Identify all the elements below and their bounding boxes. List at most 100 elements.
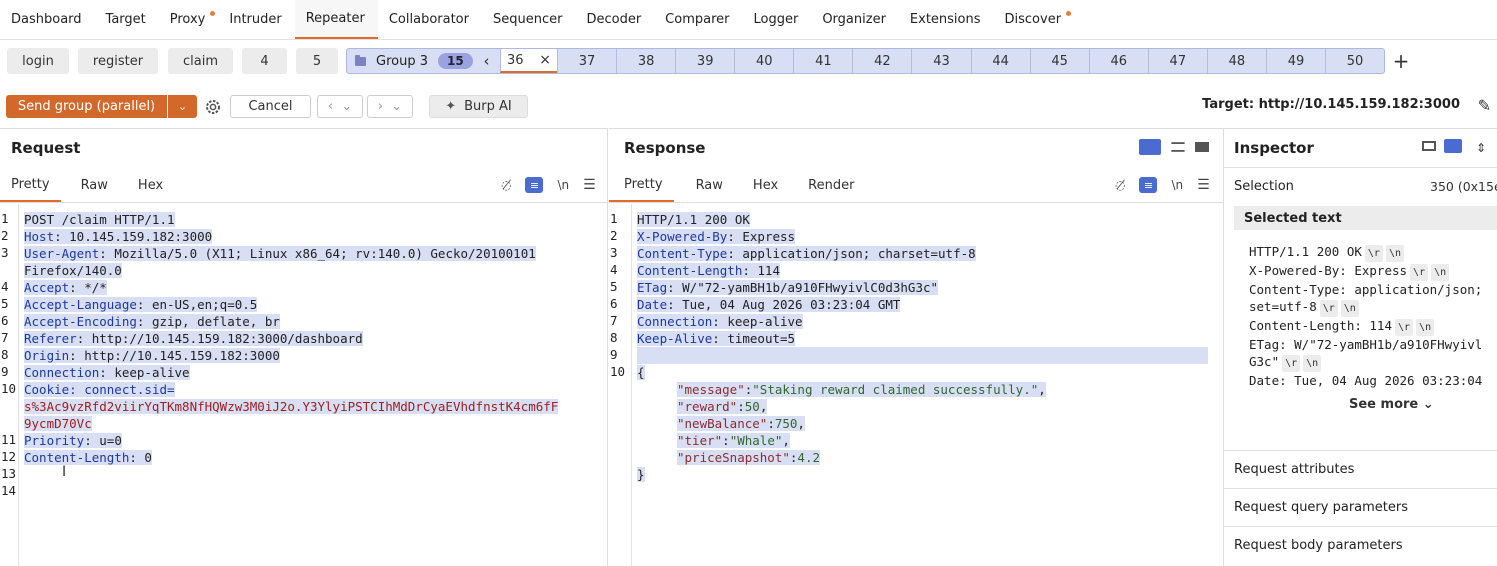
repeater-tab-4[interactable]: 4 [242, 48, 287, 74]
nav-tab-discover[interactable]: Discover [994, 0, 1075, 39]
group-header[interactable]: Group 3 15 [347, 49, 473, 73]
nav-tab-collaborator[interactable]: Collaborator [378, 0, 482, 39]
nav-tab-organizer[interactable]: Organizer [811, 0, 899, 39]
header-name: Content-Length [24, 450, 130, 465]
nav-tab-repeater[interactable]: Repeater [294, 0, 378, 39]
hide-icon[interactable]: ◌̸ [501, 178, 511, 192]
repeater-tab-43[interactable]: 43 [911, 49, 970, 73]
line-number: 12 [1, 449, 17, 464]
carriage-return-badge: \r [1410, 264, 1429, 281]
json-line: "message":"Staking reward claimed succes… [677, 381, 1046, 398]
repeater-tab-39[interactable]: 39 [675, 49, 734, 73]
code-line: Referer: http://10.145.159.182:3000/dash… [24, 330, 363, 347]
newline-toggle[interactable]: \n [1171, 178, 1183, 192]
nav-tab-target[interactable]: Target [95, 0, 159, 39]
request-query-parameters-section[interactable]: Request query parameters [1224, 488, 1497, 526]
cancel-button[interactable]: Cancel [230, 95, 311, 118]
repeater-tab-50[interactable]: 50 [1325, 49, 1384, 73]
repeater-tab-42[interactable]: 42 [852, 49, 911, 73]
line-number: 7 [610, 313, 618, 328]
line-number: 4 [610, 262, 618, 277]
request-body-parameters-section[interactable]: Request body parameters [1224, 526, 1497, 564]
send-dropdown-button[interactable]: ⌄ [168, 95, 197, 118]
repeater-tab-49[interactable]: 49 [1265, 49, 1325, 73]
tab-hex[interactable]: Hex [124, 169, 174, 202]
nav-tab-sequencer[interactable]: Sequencer [482, 0, 575, 39]
header-value: : gzip, deflate, br [136, 314, 280, 329]
burp-ai-button[interactable]: ✦ Burp AI [429, 95, 528, 118]
nav-tab-comparer[interactable]: Comparer [654, 0, 742, 39]
see-more-label: See more [1349, 397, 1419, 412]
tab-hex[interactable]: Hex [739, 169, 794, 202]
inspector-layout-toggles: ⇕ [1422, 139, 1486, 155]
code-line: Content-Type: application/json; charset=… [637, 245, 976, 262]
layout-left-icon[interactable] [1422, 141, 1436, 151]
code-line: { [637, 364, 645, 381]
layout-toggles [1139, 139, 1209, 155]
layout-right-icon[interactable] [1444, 139, 1462, 153]
nav-tab-intruder[interactable]: Intruder [218, 0, 294, 39]
tab-pretty[interactable]: Pretty [609, 169, 674, 202]
code-line: Connection: keep-alive [24, 364, 190, 381]
wrap-lines-icon[interactable]: ≡ [525, 177, 544, 193]
header-value: 9ycmD70Vc [24, 416, 92, 431]
group-prev-button[interactable]: ‹ [473, 49, 500, 73]
repeater-tab-36[interactable]: 36 × [500, 49, 557, 73]
json-line: "tier":"Whale", [677, 432, 790, 449]
selected-text-header[interactable]: Selected text [1234, 206, 1497, 230]
hide-icon[interactable]: ◌̸ [1115, 178, 1125, 192]
nav-tab-logger[interactable]: Logger [743, 0, 812, 39]
repeater-tab-40[interactable]: 40 [734, 49, 793, 73]
header-name: Date [637, 297, 668, 312]
collapse-icon[interactable]: ⇕ [1476, 141, 1486, 155]
repeater-tab-38[interactable]: 38 [616, 49, 675, 73]
split-vertical-icon[interactable] [1139, 139, 1161, 155]
repeater-tab-47[interactable]: 47 [1147, 49, 1207, 73]
repeater-tab-46[interactable]: 46 [1088, 49, 1148, 73]
burp-ai-label: Burp AI [464, 99, 512, 114]
nav-tab-dashboard[interactable]: Dashboard [0, 0, 95, 39]
tab-raw[interactable]: Raw [674, 169, 739, 202]
repeater-tab-login[interactable]: login [7, 48, 69, 74]
nav-tab-decoder[interactable]: Decoder [575, 0, 654, 39]
send-group-button[interactable]: Send group (parallel) [6, 95, 167, 118]
response-editor[interactable]: 1 HTTP/1.1 200 OK 2 X-Powered-By: Express 3 C… [609, 204, 1223, 566]
repeater-tab-48[interactable]: 48 [1206, 49, 1266, 73]
request-editor[interactable]: 1 POST /claim HTTP/1.1 2 Host: 10.145.159.1… [0, 204, 607, 566]
newline-toggle[interactable]: \n [557, 178, 569, 192]
repeater-tab-44[interactable]: 44 [970, 49, 1030, 73]
menu-icon[interactable]: ☰ [583, 177, 596, 193]
header-value: : Mozilla/5.0 (X11; Linux x86_64; rv:140… [99, 246, 536, 261]
repeater-tab-37[interactable]: 37 [557, 49, 616, 73]
repeater-tab-41[interactable]: 41 [793, 49, 852, 73]
nav-tab-extensions[interactable]: Extensions [899, 0, 994, 39]
repeater-tab-5[interactable]: 5 [296, 48, 338, 74]
split-horizontal-icon[interactable] [1171, 142, 1185, 152]
code-line: X-Powered-By: Express [637, 228, 796, 245]
pencil-icon[interactable]: ✎ [1478, 96, 1491, 115]
settings-button[interactable] [201, 95, 224, 118]
code-line: Content-Length: 114 [637, 262, 780, 279]
menu-icon[interactable]: ☰ [1197, 177, 1210, 193]
top-navigation: Dashboard Target Proxy Intruder Repeater Coll… [0, 0, 1497, 40]
nav-tab-label: Dashboard [11, 12, 82, 27]
close-icon[interactable]: × [539, 52, 551, 68]
forward-history-button[interactable]: › ⌄ [367, 95, 413, 118]
tab-raw[interactable]: Raw [61, 169, 124, 202]
repeater-tab-45[interactable]: 45 [1029, 49, 1089, 73]
repeater-tab-register[interactable]: register [78, 48, 158, 74]
gear-icon [205, 99, 220, 114]
header-value: : timeout=5 [712, 331, 796, 346]
code-line: Accept-Language: en-US,en;q=0.5 [24, 296, 258, 313]
tab-render[interactable]: Render [794, 169, 865, 202]
code-line: Host: 10.145.159.182:3000 [24, 228, 213, 245]
nav-tab-proxy[interactable]: Proxy [159, 0, 219, 39]
back-history-button[interactable]: ‹ ⌄ [317, 95, 363, 118]
repeater-tab-claim[interactable]: claim [168, 48, 233, 74]
request-attributes-section[interactable]: Request attributes [1224, 450, 1497, 488]
tab-pretty[interactable]: Pretty [0, 169, 61, 202]
single-pane-icon[interactable] [1195, 142, 1209, 152]
add-tab-button[interactable]: + [1392, 49, 1410, 73]
see-more-button[interactable]: See more ⌄ [1349, 397, 1434, 412]
wrap-lines-icon[interactable]: ≡ [1139, 177, 1158, 193]
